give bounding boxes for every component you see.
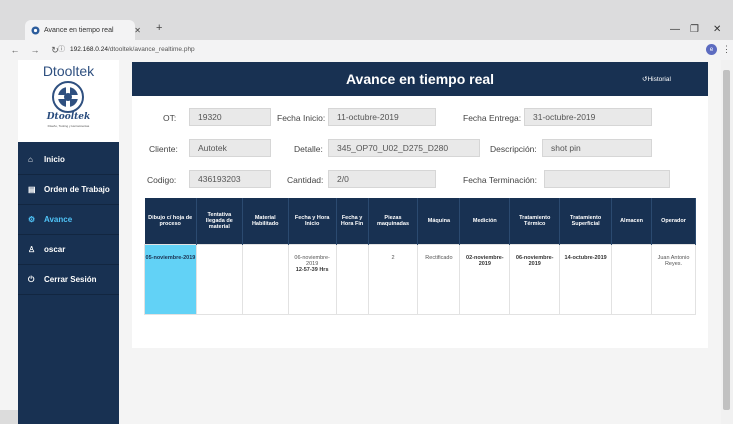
- fecha-inicio-label: Fecha Inicio:: [277, 113, 326, 123]
- col-operador: Operador: [651, 198, 696, 244]
- url-path: /dtooltek/avance_realtime.php: [107, 45, 195, 53]
- col-inicio: Fecha y Hora Inicio: [288, 198, 337, 244]
- browser-tab[interactable]: Avance en tiempo real ✕: [25, 20, 141, 40]
- taskbar-fragment: [0, 410, 18, 424]
- detalle-field[interactable]: 345_OP70_U02_D275_D280: [328, 139, 480, 157]
- new-tab-icon[interactable]: +: [156, 22, 162, 34]
- cell-superficial: 14-octubre-2019: [559, 243, 613, 315]
- cell-maquina: Rectificado: [417, 243, 461, 315]
- col-termico: Tratamiento Térmico: [509, 198, 561, 244]
- cell-material: [241, 243, 289, 315]
- page-title: Avance en tiempo real: [345, 71, 495, 87]
- sidebar-item-label: Avance: [44, 215, 73, 224]
- codigo-label: Codigo:: [147, 175, 177, 185]
- user-icon: ♙: [28, 245, 36, 254]
- col-material: Material Habilitado: [242, 198, 289, 244]
- browser-menu-icon[interactable]: ⋮: [722, 44, 731, 55]
- cell-termico: 06-noviembre-2019: [509, 243, 561, 315]
- back-icon[interactable]: ←: [10, 45, 20, 55]
- table-row: 05-noviembre-2019 06-noviembre-2019 12-5…: [144, 243, 696, 315]
- account-avatar[interactable]: e: [706, 44, 717, 55]
- col-piezas: Piezas maquinadas: [368, 198, 419, 244]
- sidebar-item-cerrar-sesion[interactable]: ⏻ Cerrar Sesión: [18, 265, 119, 295]
- maximize-icon[interactable]: ❐: [690, 24, 699, 35]
- sidebar-item-oscar[interactable]: ♙ oscar: [18, 235, 119, 265]
- logout-icon: ⏻: [28, 274, 35, 284]
- logo-text: Dtooltek: [46, 112, 91, 122]
- codigo-field[interactable]: 436193203: [189, 170, 271, 188]
- cell-inicio: 06-noviembre-2019 12-57-39 Hrs: [287, 243, 337, 315]
- gears-icon: ⚙: [28, 215, 36, 224]
- favicon-icon: [31, 26, 40, 35]
- col-tentativa: Tentativa llegada de material: [196, 198, 243, 244]
- sidebar-item-orden-de-trabajo[interactable]: ▤ Orden de Trabajo: [18, 175, 119, 205]
- descripcion-label: Descripción:: [490, 144, 537, 154]
- ot-field[interactable]: 19320: [189, 108, 271, 126]
- col-superficial: Tratamiento Superficial: [559, 198, 613, 244]
- window-close-icon[interactable]: ✕: [713, 24, 721, 35]
- fecha-entrega-label: Fecha Entrega:: [463, 113, 522, 123]
- cell-medicion: 02-noviembre-2019: [459, 243, 511, 315]
- sidebar-item-inicio[interactable]: ⌂ Inicio: [18, 145, 119, 175]
- info-icon[interactable]: ⓘ: [58, 44, 65, 54]
- main-panel: Avance en tiempo real ↺Historial OT: 193…: [132, 62, 708, 348]
- brand-box: Dtooltek Dtooltek Diseño, Tooling y Herr…: [18, 60, 119, 142]
- close-tab-icon[interactable]: ✕: [134, 26, 141, 35]
- historial-link[interactable]: ↺Historial: [642, 75, 671, 83]
- cell-fin: [335, 243, 369, 315]
- sidebar-item-label: Cerrar Sesión: [44, 275, 97, 284]
- col-maquina: Máquina: [417, 198, 461, 244]
- scrollbar-thumb[interactable]: [723, 70, 730, 410]
- avance-table: Dibujo c/ hoja de proceso Tentativa lleg…: [144, 198, 696, 315]
- sidebar-item-label: Inicio: [44, 155, 65, 164]
- cell-tentativa: [195, 243, 243, 315]
- sidebar-item-label: oscar: [44, 245, 66, 254]
- fecha-terminacion-field[interactable]: [544, 170, 670, 188]
- company-logo-icon: [52, 81, 84, 113]
- cell-inicio-time: 12-57-39 Hrs: [295, 266, 329, 273]
- cliente-label: Cliente:: [149, 144, 178, 154]
- detalle-label: Detalle:: [294, 144, 323, 154]
- url-field[interactable]: ⓘ 192.168.0.24 /dtooltek/avance_realtime…: [58, 44, 195, 54]
- cliente-field[interactable]: Autotek: [189, 139, 271, 157]
- fecha-inicio-field[interactable]: 11-octubre-2019: [328, 108, 436, 126]
- url-host: 192.168.0.24: [70, 45, 108, 53]
- fecha-entrega-field[interactable]: 31-octubre-2019: [524, 108, 652, 126]
- col-dibujo: Dibujo c/ hoja de proceso: [144, 198, 197, 244]
- cantidad-field[interactable]: 2/0: [328, 170, 436, 188]
- tab-title: Avance en tiempo real: [44, 26, 114, 34]
- fecha-terminacion-label: Fecha Terminación:: [463, 175, 538, 185]
- brand-title: Dtooltek: [42, 63, 95, 79]
- cell-almacen: [611, 243, 653, 315]
- cell-dibujo: 05-noviembre-2019: [144, 243, 197, 315]
- col-fin: Fecha y Hora Fin: [336, 198, 369, 244]
- cell-operador: Juan Antonio Reyes.: [651, 243, 696, 315]
- sidebar-item-avance[interactable]: ⚙ Avance: [18, 205, 119, 235]
- minimize-icon[interactable]: —: [670, 24, 680, 35]
- ot-label: OT:: [163, 113, 177, 123]
- table-header-row: Dibujo c/ hoja de proceso Tentativa lleg…: [144, 198, 696, 244]
- home-icon: ⌂: [28, 155, 33, 164]
- forward-icon[interactable]: →: [30, 45, 40, 55]
- col-almacen: Almacen: [611, 198, 653, 244]
- document-icon: ▤: [28, 185, 36, 194]
- sidebar: Dtooltek Dtooltek Diseño, Tooling y Herr…: [18, 60, 119, 424]
- cell-piezas: 2: [367, 243, 419, 315]
- cell-inicio-date: 06-noviembre-2019: [294, 254, 330, 267]
- descripcion-field[interactable]: shot pin: [542, 139, 652, 157]
- col-medicion: Medición: [459, 198, 511, 244]
- page-header: Avance en tiempo real ↺Historial: [132, 62, 708, 96]
- logo-subtitle: Diseño, Tooling y Herramientas: [47, 124, 90, 128]
- cantidad-label: Cantidad:: [287, 175, 324, 185]
- sidebar-item-label: Orden de Trabajo: [44, 185, 110, 194]
